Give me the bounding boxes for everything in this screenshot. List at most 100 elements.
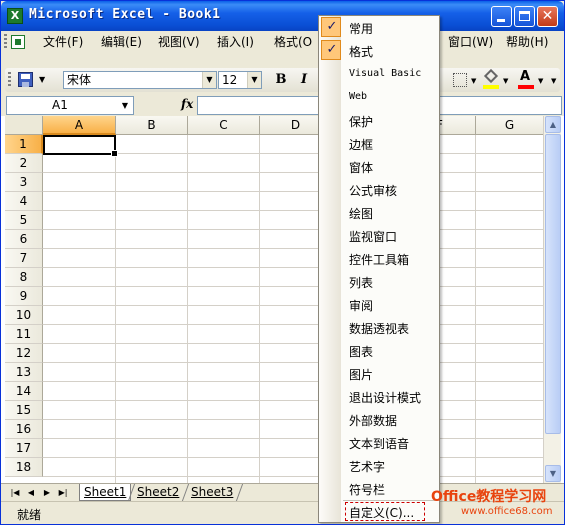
first-sheet-icon[interactable]: |◀ [9, 486, 21, 500]
font-name-combo[interactable]: 宋体 ▼ [63, 71, 217, 89]
menu-file[interactable]: 文件(F) [43, 34, 83, 51]
menu-item-formatting[interactable]: ✓ 格式 [319, 39, 439, 62]
maximize-button[interactable] [514, 6, 535, 27]
insert-function-icon[interactable]: fx [181, 97, 193, 111]
chevron-down-icon[interactable]: ▼ [247, 72, 261, 88]
menu-item-external-data[interactable]: 外部数据 [319, 408, 439, 431]
menu-item-watch-window[interactable]: 监视窗口 [319, 224, 439, 247]
chevron-down-icon[interactable]: ▼ [118, 97, 132, 114]
menu-item-control-toolbox[interactable]: 控件工具箱 [319, 247, 439, 270]
row-header-2[interactable]: 2 [5, 154, 43, 173]
row-header-1[interactable]: 1 [5, 135, 43, 154]
menu-item-label: Web [349, 91, 368, 102]
menu-item-drawing[interactable]: 绘图 [319, 201, 439, 224]
close-button[interactable]: ✕ [537, 6, 558, 27]
status-text: 就绪 [17, 508, 42, 522]
row-header-4[interactable]: 4 [5, 192, 43, 211]
menu-item-formula-auditing[interactable]: 公式审核 [319, 178, 439, 201]
menu-item-pivot-table[interactable]: 数据透视表 [319, 316, 439, 339]
menu-item-visual-basic[interactable]: Visual Basic [319, 63, 439, 86]
menu-item-web[interactable]: Web [319, 86, 439, 109]
row-header-9[interactable]: 9 [5, 287, 43, 306]
scroll-up-icon[interactable]: ▲ [545, 116, 561, 133]
select-all-corner[interactable] [5, 116, 43, 135]
row-header-12[interactable]: 12 [5, 344, 43, 363]
toolbar-overflow-arrow[interactable]: ▼ [551, 77, 556, 85]
menu-item-standard[interactable]: ✓ 常用 [319, 16, 439, 39]
row-header-10[interactable]: 10 [5, 306, 43, 325]
menu-window[interactable]: 窗口(W) [448, 34, 493, 51]
menu-item-picture[interactable]: 图片 [319, 362, 439, 385]
cell-area[interactable] [43, 135, 543, 483]
prev-sheet-icon[interactable]: ◀ [25, 486, 37, 500]
menu-item-label: Visual Basic [349, 68, 422, 79]
row-header-6[interactable]: 6 [5, 230, 43, 249]
menu-view[interactable]: 视图(V) [158, 34, 200, 51]
fill-color-dropdown-arrow[interactable]: ▼ [503, 77, 508, 85]
font-color-dropdown-arrow[interactable]: ▼ [538, 77, 543, 85]
menubar-grip[interactable] [4, 34, 7, 50]
next-sheet-icon[interactable]: ▶ [41, 486, 53, 500]
sheet-tab-sheet2[interactable]: Sheet2 [133, 484, 183, 501]
menu-item-exit-design-mode[interactable]: 退出设计模式 [319, 385, 439, 408]
last-sheet-icon[interactable]: ▶| [57, 486, 69, 500]
row-header-18[interactable]: 18 [5, 458, 43, 477]
window-title: Microsoft Excel - Book1 [29, 7, 221, 22]
scroll-thumb[interactable] [545, 134, 561, 434]
title-bar[interactable]: X Microsoft Excel - Book1 ✕ [1, 1, 564, 31]
borders-dropdown-arrow[interactable]: ▼ [471, 77, 476, 85]
font-size-value: 12 [222, 73, 238, 87]
row-header-13[interactable]: 13 [5, 363, 43, 382]
sheet-tab-sheet1[interactable]: Sheet1 [79, 484, 132, 501]
menu-item-label: 审阅 [349, 299, 374, 313]
vertical-scrollbar[interactable]: ▲ ▼ [543, 116, 561, 483]
fill-color-button[interactable] [480, 68, 502, 91]
menu-edit[interactable]: 编辑(E) [101, 34, 142, 51]
scroll-down-icon[interactable]: ▼ [545, 465, 561, 482]
menu-item-protection[interactable]: 保护 [319, 109, 439, 132]
toolbar-options-arrow[interactable]: ▼ [39, 72, 47, 88]
sheet-tab-sheet3[interactable]: Sheet3 [187, 484, 237, 501]
menu-format[interactable]: 格式(O [274, 34, 312, 51]
row-header-5[interactable]: 5 [5, 211, 43, 230]
column-header-a[interactable]: A [43, 116, 116, 135]
menu-insert[interactable]: 插入(I) [217, 34, 254, 51]
row-header-11[interactable]: 11 [5, 325, 43, 344]
menu-item-reviewing[interactable]: 审阅 [319, 293, 439, 316]
workbook-menu-icon[interactable] [11, 35, 25, 49]
bold-button[interactable]: B [270, 69, 292, 91]
toolbar-grip[interactable] [8, 72, 11, 88]
menu-item-chart[interactable]: 图表 [319, 339, 439, 362]
row-header-7[interactable]: 7 [5, 249, 43, 268]
row-header-16[interactable]: 16 [5, 420, 43, 439]
menu-item-borders[interactable]: 边框 [319, 132, 439, 155]
menu-item-customize[interactable]: 自定义(C)... [319, 500, 439, 523]
column-header-g[interactable]: G [476, 116, 544, 135]
menu-item-forms[interactable]: 窗体 [319, 155, 439, 178]
save-button[interactable] [15, 69, 37, 91]
italic-button[interactable]: I [293, 69, 315, 91]
font-color-button[interactable]: A [515, 69, 537, 91]
excel-app-icon[interactable]: X [7, 8, 23, 24]
chevron-down-icon[interactable]: ▼ [202, 72, 216, 88]
column-header-c[interactable]: C [188, 116, 260, 135]
menu-item-label: 边框 [349, 138, 374, 152]
row-header-17[interactable]: 17 [5, 439, 43, 458]
menu-item-wordart[interactable]: 艺术字 [319, 454, 439, 477]
row-header-3[interactable]: 3 [5, 173, 43, 192]
menu-help[interactable]: 帮助(H) [506, 34, 548, 51]
active-cell-a1[interactable] [43, 135, 118, 157]
column-header-b[interactable]: B [116, 116, 188, 135]
worksheet-grid[interactable]: A B C D E F G 1 2 3 4 5 6 7 8 9 10 11 12… [1, 116, 564, 483]
name-box[interactable]: A1 ▼ [6, 96, 134, 115]
menu-bar: 文件(F) 编辑(E) 视图(V) 插入(I) 格式(O 窗口(W) 帮助(H) [1, 31, 564, 53]
menu-item-list[interactable]: 列表 [319, 270, 439, 293]
row-header-14[interactable]: 14 [5, 382, 43, 401]
menu-item-symbol-bar[interactable]: 符号栏 [319, 477, 439, 500]
font-size-combo[interactable]: 12 ▼ [218, 71, 262, 89]
borders-button[interactable] [449, 69, 471, 91]
row-header-8[interactable]: 8 [5, 268, 43, 287]
row-header-15[interactable]: 15 [5, 401, 43, 420]
menu-item-text-to-speech[interactable]: 文本到语音 [319, 431, 439, 454]
minimize-button[interactable] [491, 6, 512, 27]
